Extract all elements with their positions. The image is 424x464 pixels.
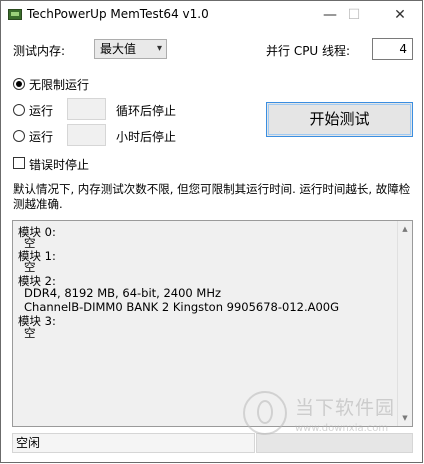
stop-on-error-checkbox[interactable] [13, 157, 25, 169]
radio-hours[interactable] [13, 130, 25, 142]
memory-label: 测试内存: [13, 44, 66, 58]
loops-suffix-label: 循环后停止 [116, 104, 177, 118]
threads-label: 并行 CPU 线程: [266, 44, 351, 58]
memory-select-value: 最大值 [100, 42, 137, 56]
log-line: ChannelB-DIMM0 BANK 2 Kingston 9905678-0… [24, 300, 340, 314]
radio-unlimited[interactable] [13, 78, 25, 90]
log-line: DDR4, 8192 MB, 64-bit, 2400 MHz [24, 286, 221, 300]
watermark-text: 当下软件园 [295, 397, 396, 419]
threads-input[interactable]: 4 [372, 38, 413, 60]
watermark-url: www.downxia.com [295, 423, 389, 434]
start-test-button[interactable]: 开始测试 [266, 102, 413, 137]
watermark-logo-icon [243, 391, 287, 435]
radio-loops[interactable] [13, 104, 25, 116]
watermark: 当下软件园 www.downxia.com [239, 389, 419, 453]
radio-loops-label: 运行 [29, 104, 54, 118]
hours-suffix-label: 小时后停止 [116, 130, 177, 144]
info-text: 默认情况下, 内存测试次数不限, 但您可限制其运行时间. 运行时间越长, 故障检… [13, 182, 411, 211]
window-title: TechPowerUp MemTest64 v1.0 [27, 7, 209, 21]
log-line: 空 [24, 326, 36, 340]
loops-input[interactable] [67, 98, 106, 120]
maximize-button[interactable]: ☐ [343, 5, 365, 25]
title-bar[interactable]: TechPowerUp MemTest64 v1.0 — ☐ ✕ [1, 1, 422, 29]
radio-hours-label: 运行 [29, 130, 54, 144]
app-window: TechPowerUp MemTest64 v1.0 — ☐ ✕ 测试内存: 最… [0, 0, 423, 463]
minimize-button[interactable]: — [319, 5, 341, 25]
scroll-up-arrow-icon[interactable]: ▲ [398, 221, 412, 237]
stop-on-error-label: 错误时停止 [29, 158, 90, 172]
memory-chip-icon [8, 9, 22, 20]
radio-unlimited-label: 无限制运行 [29, 78, 90, 92]
status-bar: 空闲 [12, 433, 255, 453]
close-button[interactable]: ✕ [389, 5, 411, 25]
memory-select[interactable]: 最大值 ▾ [94, 39, 167, 59]
hours-input[interactable] [67, 124, 106, 146]
chevron-down-icon: ▾ [156, 43, 162, 54]
